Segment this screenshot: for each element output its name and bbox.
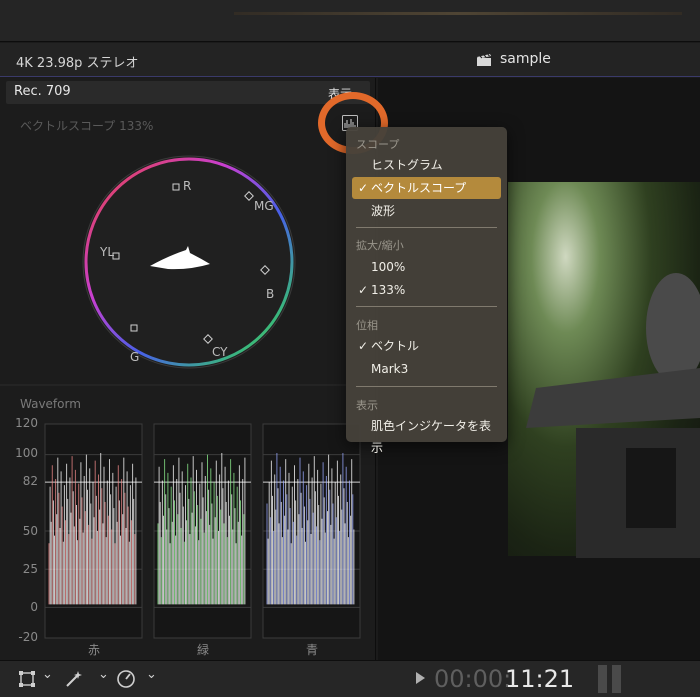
menu-item-phase-mark3[interactable]: Mark3 xyxy=(352,358,501,380)
waveform-channel-blue: 青 xyxy=(305,643,318,657)
pause-bar-left xyxy=(598,665,607,693)
chevron-down-icon[interactable]: ⌄ xyxy=(146,667,157,687)
menu-separator xyxy=(356,386,497,387)
video-scopes-panel: Rec. 709 表示 ベクトルスコープ 133% R MG YL B G CY Wave… xyxy=(0,78,376,660)
check-icon: ✓ xyxy=(358,181,369,195)
magic-wand-icon[interactable] xyxy=(64,669,84,689)
menu-header-phase: 位相 xyxy=(356,319,378,332)
viewer-info-bar: 4K 23.98p ステレオ sample xyxy=(0,43,700,77)
waveform-tick: -20 xyxy=(18,630,38,644)
check-icon: ✓ xyxy=(358,339,369,353)
menu-separator xyxy=(356,306,497,307)
menu-item-skin-tone-indicator[interactable]: 肌色インジケータを表示 xyxy=(352,415,501,455)
clapper-icon xyxy=(477,54,491,66)
menu-item-zoom-100[interactable]: 100% xyxy=(352,256,501,278)
bottom-toolbar: ⌄ ⌄ ⌄ 00:00: 11:21 xyxy=(0,660,700,697)
window-top-strip xyxy=(0,0,700,42)
menu-separator xyxy=(356,227,497,228)
waveform-tick: 25 xyxy=(22,562,38,576)
menu-item-waveform[interactable]: 波形 xyxy=(352,200,501,222)
vectorscope-target-label: B xyxy=(266,287,274,301)
chevron-down-icon[interactable]: ⌄ xyxy=(42,667,53,687)
vectorscope-target-label: G xyxy=(130,350,139,364)
menu-item-zoom-133[interactable]: ✓ 133% xyxy=(352,279,501,301)
waveform-channel-red: 赤 xyxy=(87,643,100,657)
vectorscope-target-label: R xyxy=(183,179,191,193)
waveform-label: Waveform xyxy=(20,397,81,411)
chevron-down-icon[interactable]: ⌄ xyxy=(98,667,109,687)
timecode-hours: 00:00: xyxy=(434,665,512,693)
waveform-tick: 100 xyxy=(15,446,38,460)
speed-icon[interactable] xyxy=(116,669,136,689)
menu-header-scope: スコープ xyxy=(356,138,400,151)
menu-header-zoom: 拡大/縮小 xyxy=(356,239,404,252)
check-icon: ✓ xyxy=(358,283,369,297)
scope-options-menu: スコープ ヒストグラム ✓ ベクトルスコープ 波形 拡大/縮小 100% ✓ 133… xyxy=(346,127,507,455)
menu-item-histogram[interactable]: ヒストグラム xyxy=(352,154,501,176)
play-icon[interactable] xyxy=(416,672,425,684)
waveform-grid xyxy=(44,423,361,639)
waveform-tick: 120 xyxy=(15,416,38,430)
waveform-channel-green: 緑 xyxy=(196,643,209,657)
vectorscope-target-label: YL xyxy=(99,245,114,259)
scope-graphics: R MG YL B G CY xyxy=(0,155,376,639)
stone-lantern-image xyxy=(526,273,700,558)
menu-header-display: 表示 xyxy=(356,399,378,412)
format-label: 4K 23.98p ステレオ xyxy=(16,56,139,71)
clip-title: sample xyxy=(500,51,551,67)
vectorscope-target-label: CY xyxy=(212,345,228,359)
waveform-tick: 0 xyxy=(30,600,38,614)
vectorscope-target-label: MG xyxy=(254,199,274,213)
waveform-tick: 82 xyxy=(22,474,38,488)
waveform-tick: 50 xyxy=(22,524,38,538)
timecode: 11:21 xyxy=(505,665,575,693)
menu-item-vectorscope[interactable]: ✓ ベクトルスコープ xyxy=(352,177,501,199)
menu-item-phase-vector[interactable]: ✓ ベクトル xyxy=(352,335,501,357)
transform-icon[interactable] xyxy=(18,669,36,689)
pause-bar-right xyxy=(612,665,621,693)
top-accent xyxy=(234,12,682,15)
